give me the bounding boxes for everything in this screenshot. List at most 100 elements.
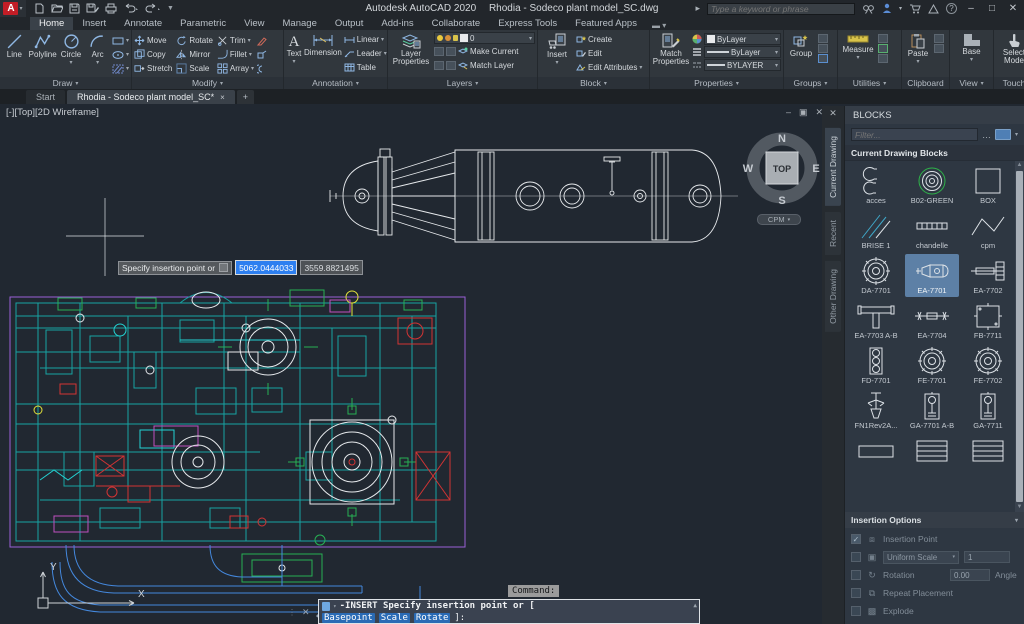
panel-title-view[interactable]: View ▾ <box>950 77 993 89</box>
group-edit-icon[interactable] <box>818 44 828 53</box>
account-dropdown-icon[interactable]: ▾ <box>899 5 902 12</box>
open-file-icon[interactable] <box>51 3 63 14</box>
scale-button[interactable]: Scale <box>176 62 213 75</box>
tab-add-ins[interactable]: Add-ins <box>372 17 422 30</box>
cut-icon[interactable] <box>934 34 944 43</box>
scale-value-field[interactable]: 1 <box>964 551 1010 563</box>
block-item-ea-7702[interactable]: EA-7702 <box>961 254 1015 297</box>
scale-mode-combo[interactable]: Uniform Scale ▾ <box>883 550 959 564</box>
viewport-controls-label[interactable]: [-][Top][2D Wireframe] <box>6 107 99 118</box>
tab-express-tools[interactable]: Express Tools <box>489 17 566 30</box>
line-button[interactable]: Line <box>2 32 27 59</box>
save-icon[interactable] <box>69 3 80 14</box>
tab-featured-apps[interactable]: Featured Apps <box>566 17 646 30</box>
text-button[interactable]: A Text ▾ <box>286 32 302 66</box>
block-item-cpm[interactable]: cpm <box>961 209 1015 252</box>
copy-button[interactable]: Copy <box>134 48 172 61</box>
tab-output[interactable]: Output <box>326 17 373 30</box>
block-item-brise-1[interactable]: BRISE 1 <box>849 209 903 252</box>
create-block-button[interactable]: Create <box>576 33 642 46</box>
make-current-button[interactable]: Make Current <box>434 45 535 58</box>
block-item-chandelle[interactable]: chandelle <box>905 209 959 252</box>
command-keyword-rotate[interactable]: Rotate <box>413 613 451 623</box>
point-style-icon[interactable] <box>878 44 888 53</box>
dynamic-input-x-field[interactable]: 5062.0444033 <box>235 260 298 275</box>
match-properties-button[interactable]: Match Properties <box>652 32 690 67</box>
panel-title-utilities[interactable]: Utilities ▾ <box>838 77 901 89</box>
block-item-fe-7702[interactable]: FE-7702 <box>961 344 1015 387</box>
panel-title-groups[interactable]: Groups ▾ <box>784 77 837 89</box>
new-drawing-tab-button[interactable]: + <box>236 90 255 104</box>
circle-button[interactable]: Circle ▾ <box>59 32 84 67</box>
search-input[interactable] <box>706 2 855 15</box>
trim-button[interactable]: Trim ▾ <box>217 34 254 47</box>
search-icon[interactable] <box>862 4 875 14</box>
tab-parametric[interactable]: Parametric <box>171 17 235 30</box>
qat-customize-icon[interactable]: ▼ <box>167 5 174 12</box>
tab-close-icon[interactable]: × <box>220 93 225 102</box>
command-line-window[interactable]: ▾ -INSERT Specify insertion point or [ B… <box>318 599 700 624</box>
measure-button[interactable]: Measure ▾ <box>840 32 876 62</box>
rotate-button[interactable]: Rotate <box>176 34 213 47</box>
mirror-button[interactable]: Mirror <box>176 48 213 61</box>
quick-select-icon[interactable] <box>878 34 888 43</box>
rotation-checkbox[interactable] <box>851 570 861 580</box>
sign-in-user-icon[interactable] <box>882 3 892 14</box>
help-icon[interactable]: ? <box>946 3 957 14</box>
block-item-ea-7701[interactable]: EA-7701 <box>905 254 959 297</box>
layer-properties-button[interactable]: Layer Properties <box>390 32 432 67</box>
browse-blocks-icon[interactable]: … <box>982 130 991 140</box>
polyline-button[interactable]: Polyline <box>29 32 57 59</box>
ribbon-display-toggle-icon[interactable]: ▬ ▾ <box>652 21 666 30</box>
undo-icon[interactable] <box>123 3 139 14</box>
tab-annotate[interactable]: Annotate <box>115 17 171 30</box>
panel-title-block[interactable]: Block ▾ <box>538 77 649 89</box>
explode-checkbox[interactable] <box>851 606 861 616</box>
match-layer-button[interactable]: Match Layer <box>434 59 535 72</box>
insertion-options-header[interactable]: Insertion Options ▾ <box>845 512 1024 528</box>
edit-block-button[interactable]: Edit <box>576 47 642 60</box>
blocks-scrollbar[interactable]: ▲ ▼ <box>1015 161 1024 512</box>
panel-title-layers[interactable]: Layers ▾ <box>388 77 537 89</box>
array-button[interactable]: Array ▾ <box>217 62 254 75</box>
command-recent-icon[interactable]: ▾ <box>333 603 337 610</box>
save-as-icon[interactable] <box>86 3 99 14</box>
app-menu-button[interactable]: A ▾ <box>0 0 26 17</box>
panel-title-properties[interactable]: Properties ▾ <box>650 77 783 89</box>
rotation-value-field[interactable]: 0.00 <box>950 569 990 581</box>
palette-tab-current-drawing[interactable]: Current Drawing <box>825 128 841 206</box>
app-store-cart-icon[interactable] <box>909 4 921 14</box>
search-expand-icon[interactable]: ▸ <box>695 3 700 14</box>
layer-select-combo[interactable]: 0 ▾ <box>434 32 535 44</box>
command-grip-icon[interactable]: ⋮ <box>288 608 297 617</box>
minimize-button[interactable]: – <box>964 3 978 14</box>
repeat-placement-checkbox[interactable] <box>851 588 861 598</box>
explode-button[interactable] <box>257 48 267 61</box>
block-item-ea-7703-a-b[interactable]: EA-7703 A-B <box>849 299 903 342</box>
ungroup-icon[interactable] <box>818 34 828 43</box>
edit-attributes-button[interactable]: Edit Attributes ▾ <box>576 61 642 74</box>
palette-tab-recent[interactable]: Recent <box>825 211 841 255</box>
arc-button[interactable]: Arc ▾ <box>85 32 110 67</box>
lineweight-combo[interactable]: ByLayer ▾ <box>704 46 781 58</box>
drawing-canvas[interactable]: Y X [-][Top][2D Wireframe] – ▣ ✕ N S W E… <box>0 104 1024 624</box>
ucs-selector-pill[interactable]: CPM ▾ <box>757 214 801 225</box>
table-button[interactable]: Table <box>344 61 387 74</box>
tab-current-drawing[interactable]: Rhodia - Sodeco plant model_SC* × <box>67 90 235 104</box>
close-button[interactable]: ✕ <box>1006 3 1020 14</box>
redo-icon[interactable] <box>145 3 161 14</box>
dynamic-input-options-icon[interactable] <box>219 263 229 272</box>
dimension-button[interactable]: Dimension <box>304 32 342 57</box>
tab-manage[interactable]: Manage <box>274 17 326 30</box>
new-file-icon[interactable] <box>34 3 45 14</box>
tab-view[interactable]: View <box>235 17 273 30</box>
group-button[interactable]: Group <box>786 32 816 58</box>
hatch-tool-button[interactable]: ▾ <box>112 62 129 75</box>
base-button[interactable]: Base ▾ <box>955 32 989 64</box>
block-item-b02-green[interactable]: B02-GREEN <box>905 164 959 207</box>
block-item[interactable] <box>961 434 1015 477</box>
block-item-fb-7711[interactable]: FB-7711 <box>961 299 1015 342</box>
linetype-combo[interactable]: BYLAYER ▾ <box>704 59 781 71</box>
dynamic-input-y-field[interactable]: 3559.8821495 <box>300 260 363 275</box>
block-item[interactable] <box>905 434 959 477</box>
